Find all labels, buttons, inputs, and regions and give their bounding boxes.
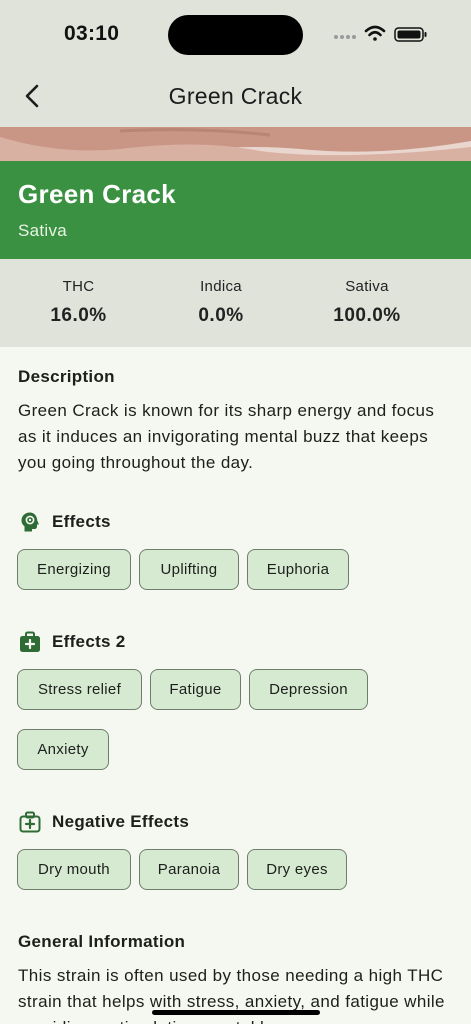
stat-value: 16.0% xyxy=(50,305,107,326)
negative-effects-header: Negative Effects xyxy=(18,809,189,835)
negative-effect-chip[interactable]: Dry eyes xyxy=(247,849,347,890)
stat-label: Sativa xyxy=(345,278,389,295)
home-indicator xyxy=(152,1010,320,1015)
head-gear-icon xyxy=(18,510,42,534)
effects2-header: Effects 2 xyxy=(18,629,126,655)
stat-label: THC xyxy=(62,278,95,295)
effects-header: Effects xyxy=(18,509,111,535)
description-title: Description xyxy=(18,367,115,386)
effect-chip[interactable]: Uplifting xyxy=(139,549,239,590)
stat-thc: THC 16.0% xyxy=(11,259,146,347)
effect-chip[interactable]: Energizing xyxy=(17,549,131,590)
strain-photo xyxy=(0,127,471,161)
stat-value: 0.0% xyxy=(198,305,244,326)
medical-kit-outline-icon xyxy=(18,810,42,834)
negative-effects-title: Negative Effects xyxy=(52,812,190,831)
effect2-chip[interactable]: Fatigue xyxy=(150,669,241,710)
effects2-title: Effects 2 xyxy=(52,632,126,651)
dynamic-island xyxy=(168,15,303,55)
strain-stats: THC 16.0% Indica 0.0% Sativa 100.0% xyxy=(0,259,471,347)
battery-icon xyxy=(394,27,427,42)
strain-type: Sativa xyxy=(18,221,68,240)
negative-effect-chip[interactable]: Dry mouth xyxy=(17,849,131,890)
negative-effect-chip[interactable]: Paranoia xyxy=(139,849,239,890)
effect2-chip[interactable]: Depression xyxy=(249,669,368,710)
stat-sativa: Sativa 100.0% xyxy=(296,259,438,347)
general-info-title: General Information xyxy=(18,932,186,951)
stat-indica: Indica 0.0% xyxy=(146,259,296,347)
nav-title: Green Crack xyxy=(168,83,303,109)
wifi-icon xyxy=(364,25,386,41)
stat-value: 100.0% xyxy=(333,305,401,326)
effect2-chip[interactable]: Anxiety xyxy=(17,729,109,770)
stat-label: Indica xyxy=(200,278,242,295)
status-time: 03:10 xyxy=(64,22,120,45)
status-bar: 03:10 xyxy=(0,0,471,70)
medical-kit-icon xyxy=(18,630,42,654)
description-text: Green Crack is known for its sharp energ… xyxy=(18,401,435,472)
navigation-bar: Green Crack xyxy=(0,70,471,127)
effect2-chip[interactable]: Stress relief xyxy=(17,669,142,710)
status-icons xyxy=(334,25,427,42)
effect-chip[interactable]: Euphoria xyxy=(247,549,349,590)
effects-title: Effects xyxy=(52,512,111,531)
cellular-signal-icon xyxy=(334,35,356,39)
strain-name: Green Crack xyxy=(18,179,176,209)
strain-header: Green Crack Sativa xyxy=(0,161,471,259)
